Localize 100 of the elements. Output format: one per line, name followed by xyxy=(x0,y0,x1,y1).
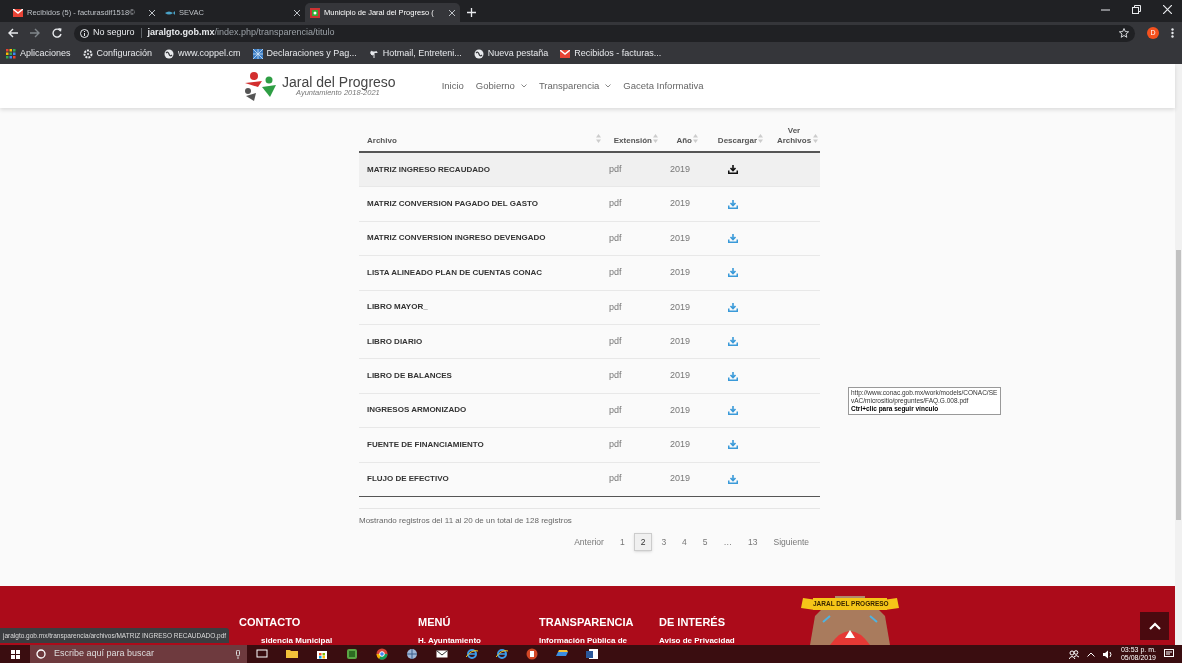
footer-heading: TRANSPARENCIA xyxy=(539,615,634,630)
folder-icon xyxy=(286,648,298,660)
download-icon[interactable] xyxy=(727,165,738,175)
bookmark-link[interactable]: Nueva pestaña xyxy=(487,47,549,61)
bookmark-link[interactable]: Recibidos - facturas... xyxy=(574,47,662,61)
footer-link[interactable]: Información Pública de xyxy=(539,634,627,645)
nav-link[interactable]: Gobierno xyxy=(475,78,527,94)
microphone-icon xyxy=(235,649,241,659)
globe-icon xyxy=(164,49,175,59)
table-cell-text: 2019 xyxy=(669,197,692,211)
records-info: Mostrando registros del 11 al 20 de un total de 128 registros xyxy=(359,515,572,525)
column-header[interactable]: Ver Archivos xyxy=(776,126,812,146)
new-tab-icon xyxy=(467,8,476,17)
close-icon xyxy=(449,9,455,16)
page-link[interactable]: … xyxy=(716,532,740,551)
task-view-icon xyxy=(256,648,268,660)
footer-link[interactable]: sidencia Municipal xyxy=(261,634,333,645)
table-cell-text: pdf xyxy=(608,162,623,176)
table-cell-text: 2019 xyxy=(669,162,692,176)
note-icon xyxy=(346,648,358,660)
page-link[interactable]: 2 xyxy=(633,532,653,551)
table-cell-text: pdf xyxy=(608,472,623,486)
bookmark-link[interactable]: Declaraciones y Pag... xyxy=(266,47,357,61)
file-name: MATRIZ INGRESO RECAUDADO xyxy=(366,163,491,176)
close-icon xyxy=(294,9,300,16)
e-letter-icon xyxy=(466,648,478,660)
page-link[interactable]: Siguiente xyxy=(766,532,816,551)
column-header[interactable]: Año xyxy=(676,136,692,146)
page-link[interactable]: 5 xyxy=(695,532,715,551)
e-letter-icon xyxy=(496,648,508,660)
sort-icon xyxy=(653,134,658,143)
table-cell-text: 2019 xyxy=(669,403,692,417)
security-label: No seguro xyxy=(93,26,135,40)
bookmark-link[interactable]: Configuración xyxy=(96,47,153,61)
forward-icon xyxy=(30,28,40,38)
file-name: MATRIZ CONVERSION INGRESO DEVENGADO xyxy=(366,232,547,245)
scroll-top-button[interactable] xyxy=(1140,612,1169,640)
page-link[interactable]: 4 xyxy=(675,532,694,551)
file-name: LIBRO DE BALANCES xyxy=(366,370,453,383)
shopping-bag-icon xyxy=(316,648,328,660)
chevron-up-icon xyxy=(1148,622,1161,630)
table-cell-text: 2019 xyxy=(669,266,692,280)
sort-icon xyxy=(758,134,763,143)
footer-link[interactable]: H. Ayuntamiento xyxy=(418,634,481,645)
file-name: LIBRO DIARIO xyxy=(366,335,424,348)
address-bar[interactable]: No seguro jaralgto.gob.mx/index.php/transparencia/titulo xyxy=(74,24,1135,42)
url-text: jaralgto.gob.mx/index.php/transparencia/titulo xyxy=(147,26,335,40)
column-header[interactable]: Archivo xyxy=(367,136,397,146)
page-link[interactable]: Anterior xyxy=(567,532,611,551)
fish-icon xyxy=(165,9,175,16)
globe-icon xyxy=(406,648,418,660)
table-cell-text: pdf xyxy=(608,403,623,417)
search-field[interactable]: Escribe aquí para buscar xyxy=(30,645,247,663)
caret-icon xyxy=(520,84,527,88)
mail-icon xyxy=(560,50,571,58)
document-icon xyxy=(586,648,598,660)
speaker-icon xyxy=(1102,649,1113,659)
bookmark-link[interactable]: www.coppel.cm xyxy=(178,47,241,61)
sort-icon xyxy=(813,134,818,143)
windows-logo-icon xyxy=(10,649,20,659)
globe-icon xyxy=(473,49,484,59)
table-cell-text: 2019 xyxy=(669,472,692,486)
footer-heading: MENÚ xyxy=(418,615,452,630)
table-cell-text: 2019 xyxy=(669,438,692,452)
close-icon xyxy=(1163,5,1172,14)
table-cell-text: pdf xyxy=(608,231,623,245)
site-logo-icon xyxy=(310,7,320,18)
sort-icon xyxy=(693,134,698,143)
search-icon xyxy=(36,649,46,659)
mail-icon xyxy=(13,8,23,17)
chevron-up-icon xyxy=(1086,651,1095,657)
star-icon xyxy=(1119,28,1129,38)
page-link[interactable]: 13 xyxy=(741,532,765,551)
column-header[interactable]: Descargar xyxy=(717,136,757,146)
file-name: MATRIZ CONVERSION PAGADO DEL GASTO xyxy=(366,198,539,211)
table-cell-text: 2019 xyxy=(669,300,692,314)
reload-icon xyxy=(52,28,62,38)
nav-link[interactable]: Inicio xyxy=(441,78,464,94)
bookmark-link[interactable]: Hotmail, Entreteni... xyxy=(382,47,462,61)
table-cell-text: pdf xyxy=(608,334,623,348)
footer-heading: CONTACTO xyxy=(239,615,302,630)
caret-icon xyxy=(605,84,612,88)
restore-icon xyxy=(1132,5,1141,14)
settings-icon xyxy=(82,49,93,59)
scrollbar[interactable] xyxy=(1175,64,1182,645)
grid-icon xyxy=(252,49,263,59)
page-link[interactable]: 3 xyxy=(654,532,674,551)
back-icon xyxy=(8,28,18,38)
table-cell-text: pdf xyxy=(608,266,623,280)
nav-link[interactable]: Transparencia xyxy=(538,78,612,94)
file-name: INGRESOS ARMONIZADO xyxy=(366,404,468,417)
apps-grid-icon xyxy=(6,49,16,59)
file-name: FUENTE DE FINANCIAMIENTO xyxy=(366,438,485,451)
table-cell-text: pdf xyxy=(608,438,623,452)
table-cell-text: pdf xyxy=(608,369,623,383)
bookmark-link[interactable]: Aplicaciones xyxy=(20,47,71,61)
column-header[interactable]: Extensión xyxy=(613,136,652,146)
nav-link[interactable]: Gaceta Informativa xyxy=(623,78,704,94)
page-link[interactable]: 1 xyxy=(612,532,632,551)
footer-link[interactable]: Aviso de Privacidad xyxy=(659,634,735,645)
